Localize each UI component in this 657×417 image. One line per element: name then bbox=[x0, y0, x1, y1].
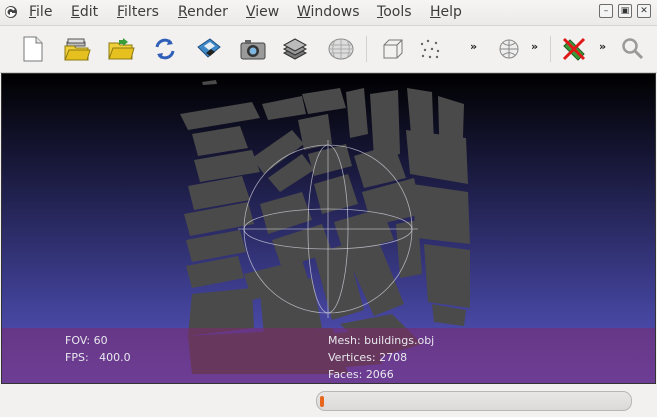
delete-icon[interactable] bbox=[559, 34, 589, 64]
menu-windows[interactable]: Windows bbox=[297, 4, 360, 21]
menu-render[interactable]: Render bbox=[178, 4, 228, 21]
menu-file[interactable]: File bbox=[29, 4, 52, 21]
close-button[interactable]: ✕ bbox=[637, 4, 651, 18]
new-project-icon[interactable] bbox=[18, 34, 48, 64]
layers-icon[interactable] bbox=[280, 34, 310, 64]
app-logo-icon bbox=[5, 6, 17, 18]
vertices-readout: Vertices: 2708 bbox=[328, 351, 408, 364]
search-icon[interactable] bbox=[618, 34, 648, 64]
reload-icon[interactable] bbox=[150, 34, 180, 64]
mesh-name-readout: Mesh: buildings.obj bbox=[328, 334, 435, 347]
snapshot-icon[interactable] bbox=[238, 34, 268, 64]
menubar: File Edit Filters Render View Windows To… bbox=[0, 0, 657, 26]
menu-edit[interactable]: Edit bbox=[71, 4, 98, 21]
import-mesh-icon[interactable] bbox=[62, 34, 92, 64]
fps-readout: FPS: 400.0 bbox=[65, 351, 131, 364]
points-icon[interactable] bbox=[415, 34, 445, 64]
bounding-box-icon[interactable] bbox=[378, 34, 408, 64]
3d-viewport[interactable]: FOV: 60 FPS: 400.0 Mesh: buildings.obj V… bbox=[1, 73, 656, 384]
fov-readout: FOV: 60 bbox=[65, 334, 108, 347]
render-mode-icon[interactable] bbox=[326, 34, 356, 64]
toolbar: » » » bbox=[0, 26, 657, 73]
minimize-button[interactable]: – bbox=[599, 4, 613, 18]
progress-fill bbox=[320, 396, 324, 407]
progress-bar bbox=[316, 391, 632, 411]
open-project-icon[interactable] bbox=[106, 34, 136, 64]
restore-button[interactable]: ▣ bbox=[618, 4, 632, 18]
menu-view[interactable]: View bbox=[246, 4, 279, 21]
overflow-chevron[interactable]: » bbox=[470, 40, 477, 53]
meshlab-window: File Edit Filters Render View Windows To… bbox=[0, 0, 657, 417]
toolbar-separator bbox=[366, 36, 367, 62]
overflow-chevron-2[interactable]: » bbox=[531, 40, 538, 53]
menu-filters[interactable]: Filters bbox=[117, 4, 159, 21]
sphere-icon[interactable] bbox=[494, 34, 524, 64]
menu-help[interactable]: Help bbox=[430, 4, 462, 21]
info-overlay: FOV: 60 FPS: 400.0 Mesh: buildings.obj V… bbox=[2, 328, 655, 383]
faces-readout: Faces: 2066 bbox=[328, 368, 394, 381]
toolbar-separator-2 bbox=[550, 36, 551, 62]
menu-tools[interactable]: Tools bbox=[377, 4, 412, 21]
save-icon[interactable] bbox=[194, 34, 224, 64]
overflow-chevron-3[interactable]: » bbox=[599, 40, 606, 53]
status-bar bbox=[0, 385, 657, 417]
